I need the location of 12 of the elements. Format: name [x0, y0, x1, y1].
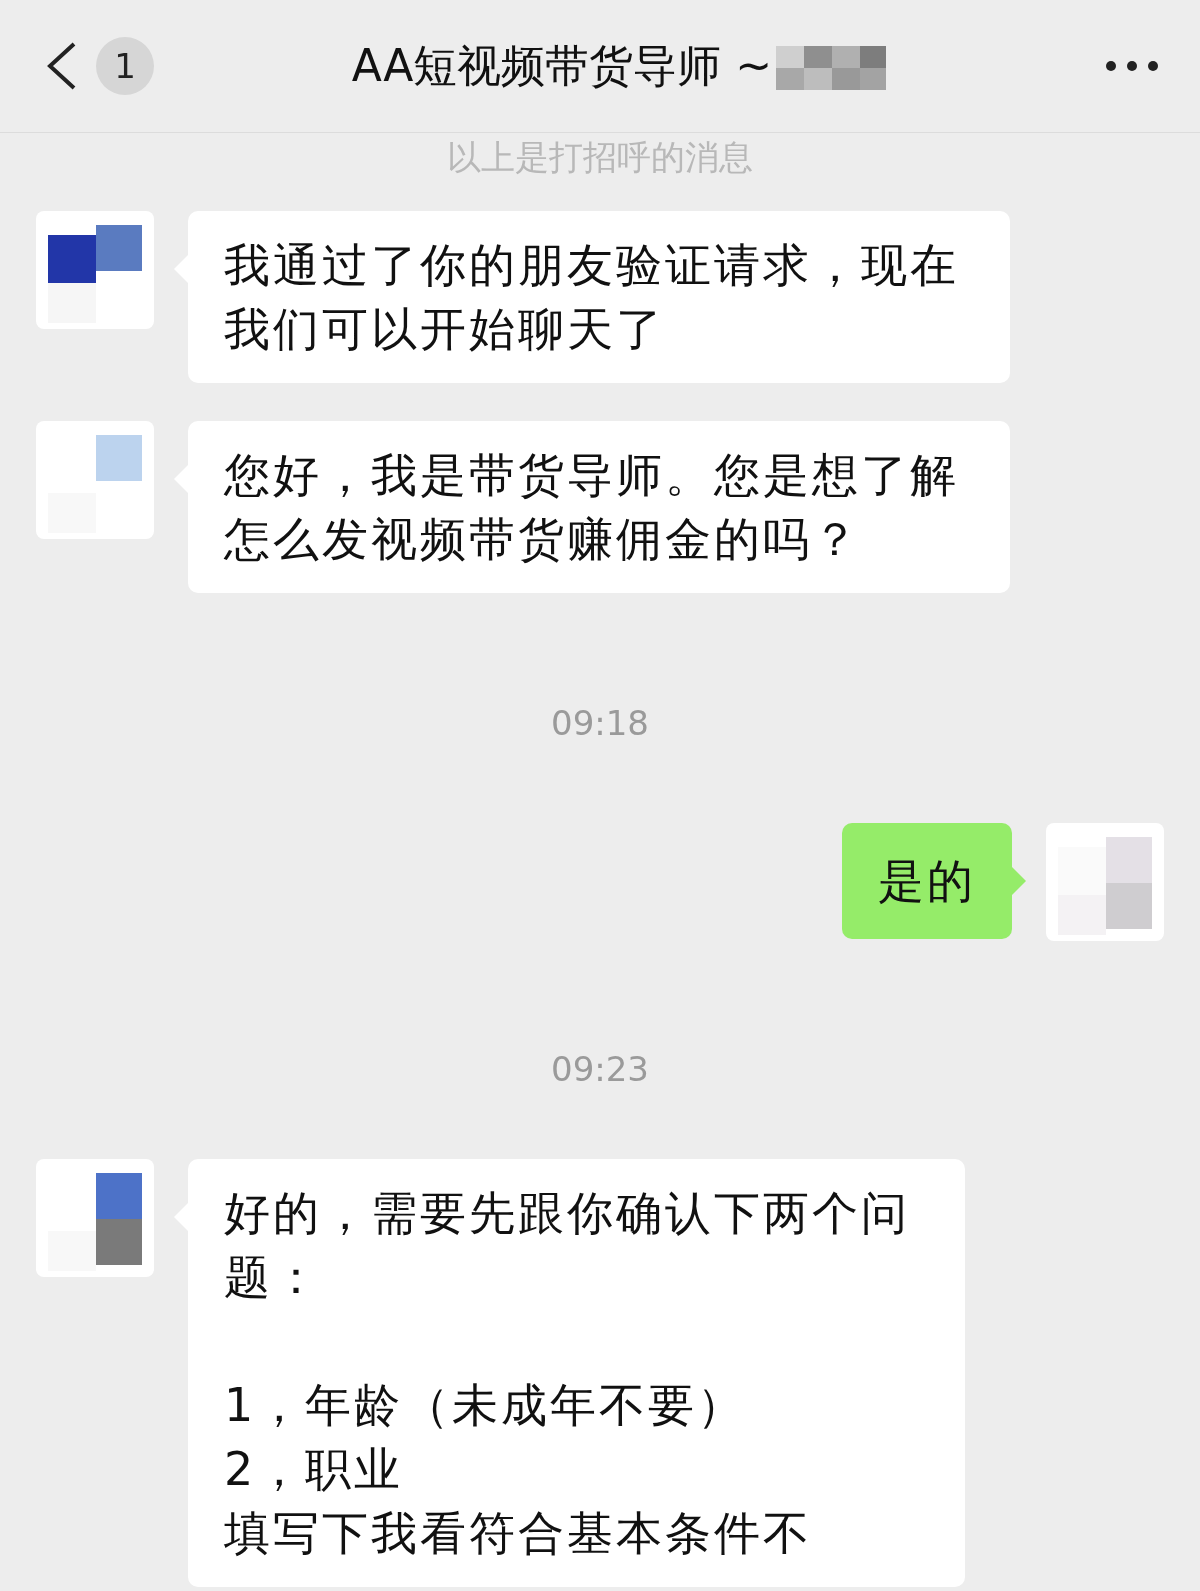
message-text: 填写下我看符合基本条件不 [224, 1505, 813, 1562]
message-text: 我通过了你的朋友验证请求，现在我们可以开始聊天了 [224, 237, 960, 358]
message-text: 是的 [878, 853, 976, 910]
timestamp: 09:23 [551, 1049, 649, 1089]
unread-badge: 1 [96, 37, 154, 95]
message-text: 1，年龄（未成年不要） [224, 1377, 748, 1434]
message-text: 好的，需要先跟你确认下两个问题： [224, 1185, 911, 1306]
more-icon[interactable] [1104, 59, 1160, 73]
message-text: 2，职业 [224, 1441, 405, 1498]
chat-title: AA短视频带货导师 ~ [351, 38, 773, 93]
message-text: 您好，我是带货导师。您是想了解怎么发视频带货赚佣金的吗？ [224, 447, 960, 568]
timestamp: 09:18 [551, 703, 649, 743]
